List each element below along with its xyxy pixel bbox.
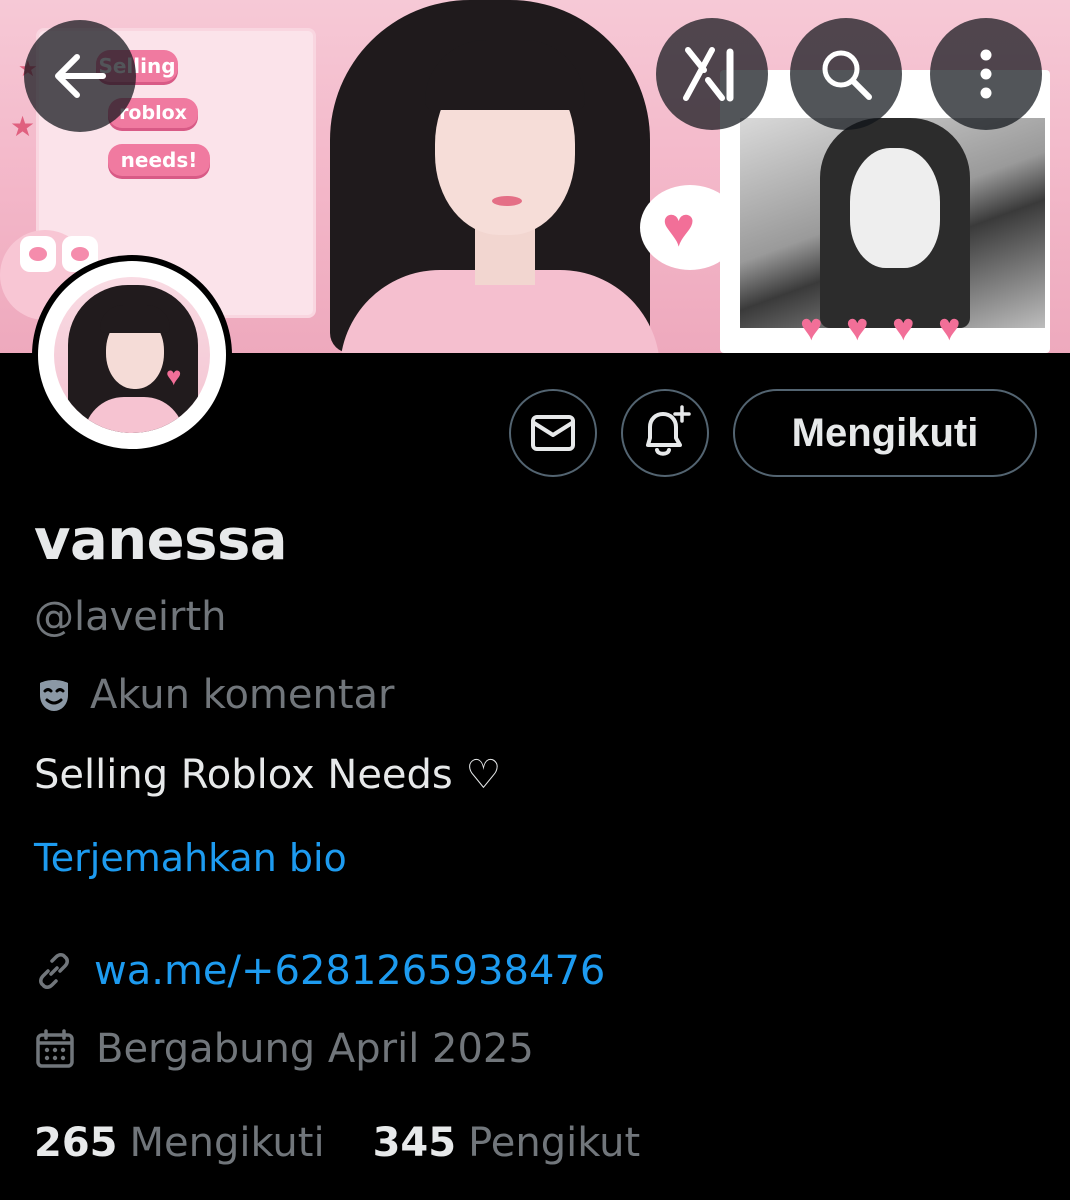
back-button[interactable] [24, 20, 136, 132]
join-date: Bergabung April 2025 [34, 1026, 534, 1072]
search-icon [822, 50, 872, 100]
heart-icon: ♥ [846, 307, 869, 349]
search-button[interactable] [790, 18, 902, 130]
heart-icon: ♥ [166, 361, 182, 391]
avatar-photo: ♥ [54, 277, 210, 433]
theater-mask-icon [40, 680, 68, 711]
username-handle: @laveirth [34, 594, 227, 640]
following-button-label: Mengikuti [791, 410, 979, 455]
following-count: 265 [34, 1120, 118, 1166]
banner-sticker-needs: needs! [108, 144, 210, 176]
grok-icon [683, 47, 734, 102]
followers-count: 345 [372, 1120, 457, 1166]
banner-hearts-row: ♥ ♥ ♥ ♥ [790, 308, 990, 348]
notifications-button[interactable] [621, 389, 709, 477]
more-options-button[interactable] [930, 18, 1042, 130]
star-decoration-icon: ★ [10, 111, 36, 142]
profile-link[interactable]: wa.me/+6281265938476 [34, 948, 605, 994]
translate-bio-link[interactable]: Terjemahkan bio [34, 836, 347, 880]
link-icon [39, 953, 69, 989]
paw-sticker [20, 236, 56, 272]
following-stat[interactable]: 265 Mengikuti [34, 1120, 325, 1166]
following-button[interactable]: Mengikuti [733, 389, 1037, 477]
account-label-text: Akun komentar [90, 672, 395, 718]
grok-button[interactable] [656, 18, 768, 130]
avatar-frame: ♥ [38, 261, 226, 449]
heart-icon: ♥ [800, 307, 823, 349]
followers-stat[interactable]: 345 Pengikut [373, 1120, 641, 1166]
heart-icon: ♥ [938, 307, 961, 349]
message-button[interactable] [509, 389, 597, 477]
profile-link-text[interactable]: wa.me/+6281265938476 [94, 948, 605, 994]
heart-bubble-sticker: ♥ [640, 185, 740, 270]
bell-plus-icon [646, 405, 691, 456]
avatar[interactable]: ♥ [32, 255, 232, 455]
followers-label: Pengikut [468, 1120, 641, 1166]
following-label: Mengikuti [129, 1120, 325, 1166]
more-vertical-icon [980, 49, 992, 99]
heart-icon: ♥ [892, 307, 915, 349]
join-date-text: Bergabung April 2025 [96, 1026, 534, 1072]
envelope-icon [531, 415, 575, 451]
banner-photo-bw [740, 118, 1045, 328]
arrow-left-icon [55, 54, 106, 98]
account-label[interactable]: Akun komentar [34, 672, 395, 718]
calendar-icon [36, 1029, 74, 1068]
follow-stats: 265 Mengikuti 345 Pengikut [34, 1120, 688, 1166]
banner-portrait [300, 0, 700, 353]
display-name: vanessa [34, 508, 288, 573]
bio: Selling Roblox Needs ♡ [34, 752, 502, 798]
